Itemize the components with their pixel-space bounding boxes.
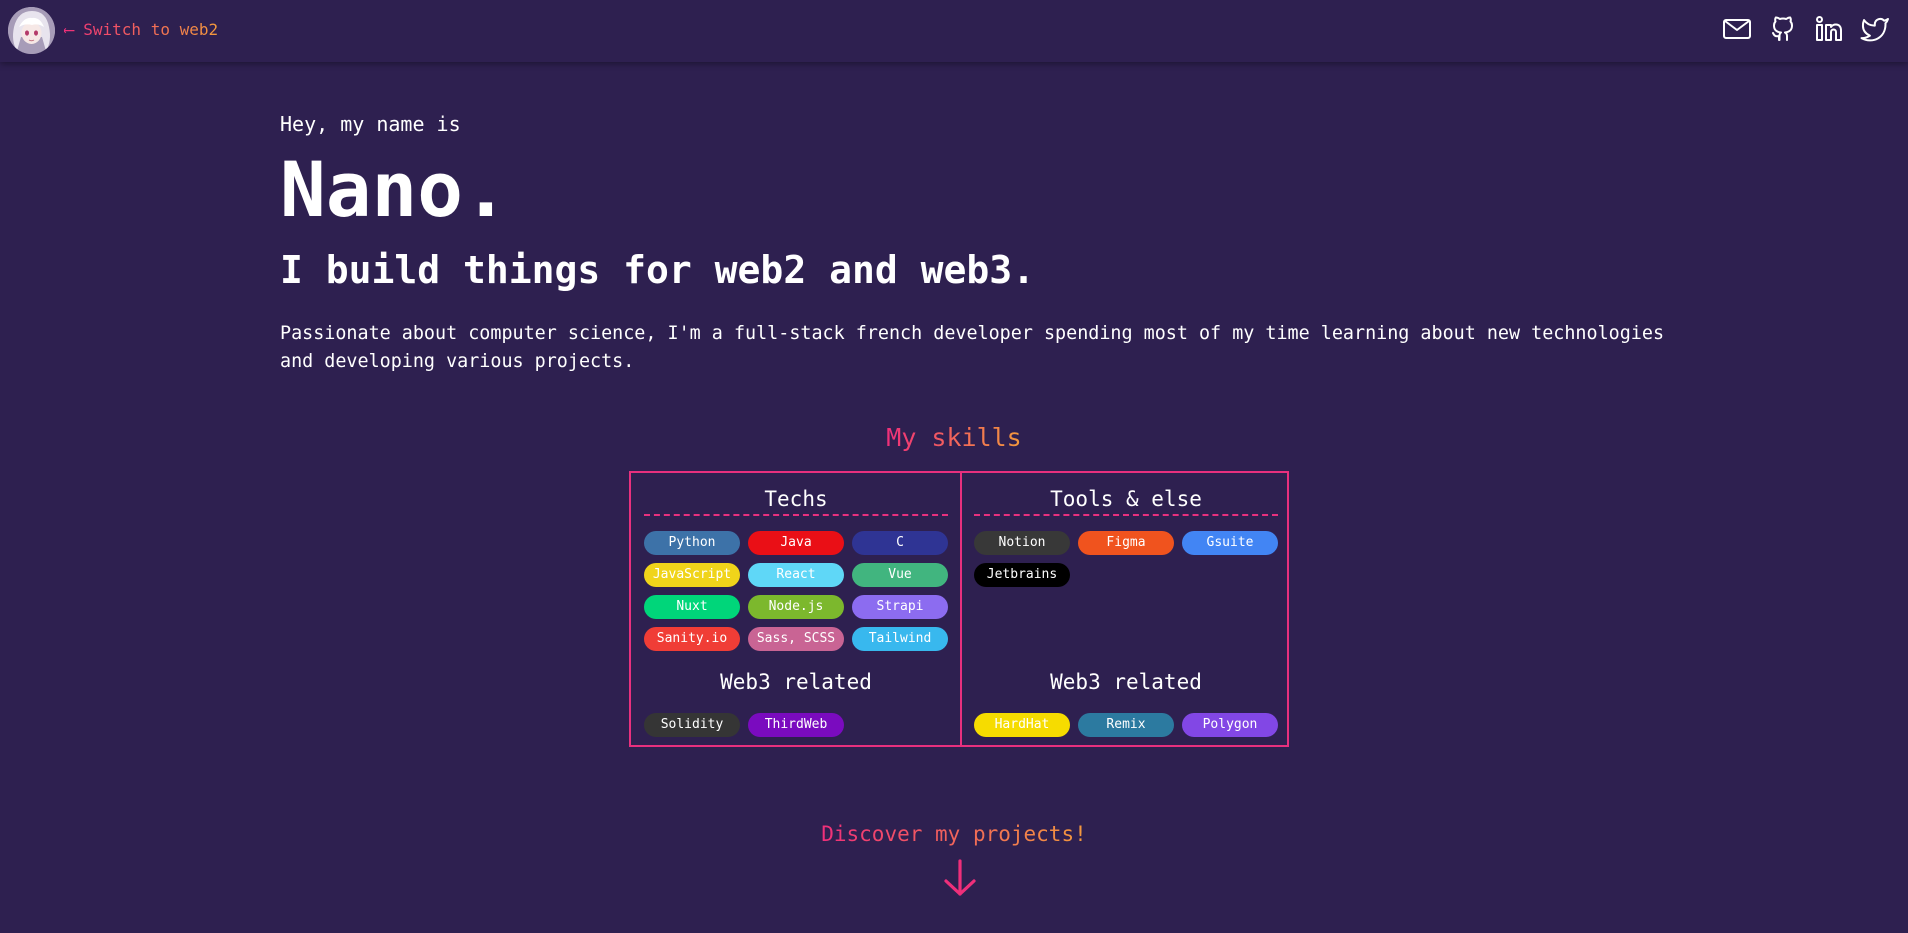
tools-title: Tools & else bbox=[1050, 487, 1202, 511]
tools-dashed-rule bbox=[974, 514, 1278, 516]
techs-dashed-rule bbox=[644, 514, 948, 516]
linkedin-icon[interactable] bbox=[1814, 14, 1844, 44]
skill-badge-node-js: Node.js bbox=[748, 595, 844, 619]
skill-badge-vue: Vue bbox=[852, 563, 948, 587]
techs-web3-title: Web3 related bbox=[720, 670, 872, 694]
techs-title: Techs bbox=[764, 487, 828, 511]
switch-to-web2-link[interactable]: ⟵ Switch to web2 bbox=[64, 20, 218, 39]
avatar[interactable] bbox=[8, 7, 55, 54]
arrow-down-icon[interactable] bbox=[938, 858, 982, 898]
skills-section-title: My skills bbox=[0, 423, 1908, 452]
skill-badge-sass-scss: Sass, SCSS bbox=[748, 627, 844, 651]
skill-badge-figma: Figma bbox=[1078, 531, 1174, 555]
hero-tagline: I build things for web2 and web3. bbox=[280, 248, 1035, 292]
tools-web3-title: Web3 related bbox=[1050, 670, 1202, 694]
github-icon[interactable] bbox=[1768, 14, 1798, 44]
skill-badge-sanity-io: Sanity.io bbox=[644, 627, 740, 651]
skill-badge-hardhat: HardHat bbox=[974, 713, 1070, 737]
discover-projects-link[interactable]: Discover my projects! bbox=[821, 822, 1087, 846]
discover-projects: Discover my projects! bbox=[0, 822, 1908, 846]
mail-icon[interactable] bbox=[1722, 14, 1752, 44]
anime-avatar-icon bbox=[8, 7, 55, 54]
skill-badge-java: Java bbox=[748, 531, 844, 555]
skills-title-text: My skills bbox=[886, 423, 1022, 452]
skill-badge-gsuite: Gsuite bbox=[1182, 531, 1278, 555]
skills-column-divider bbox=[960, 473, 962, 745]
twitter-icon[interactable] bbox=[1860, 14, 1890, 44]
skill-badge-thirdweb: ThirdWeb bbox=[748, 713, 844, 737]
skill-badge-c: C bbox=[852, 531, 948, 555]
greeting-text: Hey, my name is bbox=[280, 112, 461, 136]
skill-badge-nuxt: Nuxt bbox=[644, 595, 740, 619]
skill-badge-remix: Remix bbox=[1078, 713, 1174, 737]
skill-badge-tailwind: Tailwind bbox=[852, 627, 948, 651]
top-navbar: ⟵ Switch to web2 bbox=[0, 0, 1908, 62]
skill-badge-react: React bbox=[748, 563, 844, 587]
skill-badge-notion: Notion bbox=[974, 531, 1070, 555]
hero-name: Nano. bbox=[280, 145, 509, 234]
skills-table: Techs Python Java C JavaScript React Vue Nuxt N… bbox=[629, 471, 1289, 747]
skill-badge-polygon: Polygon bbox=[1182, 713, 1278, 737]
social-links bbox=[1722, 14, 1890, 44]
skill-badge-python: Python bbox=[644, 531, 740, 555]
bio-paragraph: Passionate about computer science, I'm a… bbox=[280, 323, 1665, 372]
skill-badge-jetbrains: Jetbrains bbox=[974, 563, 1070, 587]
skill-badge-solidity: Solidity bbox=[644, 713, 740, 737]
skill-badge-strapi: Strapi bbox=[852, 595, 948, 619]
skill-badge-javascript: JavaScript bbox=[644, 563, 740, 587]
